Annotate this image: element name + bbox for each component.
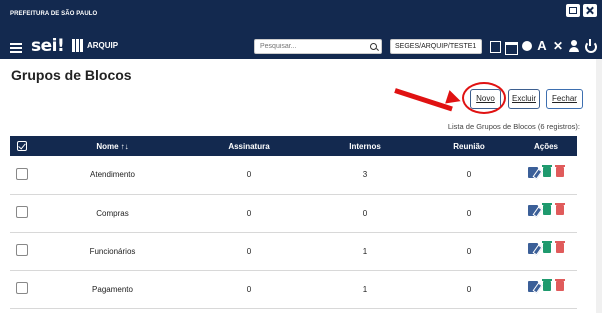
tools-icon[interactable]: ✕ <box>551 38 565 54</box>
cell-internos[interactable]: 1 <box>307 232 423 271</box>
fechar-button[interactable]: Fechar <box>546 89 583 109</box>
column-header-assinatura: Assinatura <box>191 136 307 156</box>
delete-icon[interactable] <box>555 203 565 216</box>
trash-icon[interactable] <box>542 241 552 254</box>
cell-reuniao: 0 <box>423 270 515 309</box>
cell-internos[interactable]: 3 <box>307 156 423 195</box>
window-titlebar: PREFEITURA DE SÃO PAULO <box>0 0 602 22</box>
table-row: Atendimento 0 3 0 <box>10 156 577 195</box>
annotation-arrow <box>394 88 453 112</box>
column-label-nome: Nome <box>96 141 119 151</box>
trash-icon[interactable] <box>542 165 552 178</box>
close-icon[interactable] <box>583 4 597 17</box>
unit-selector[interactable]: SEGES/ARQUIP/TESTE1 <box>390 39 482 54</box>
cell-nome: Pagamento <box>34 270 191 309</box>
row-checkbox[interactable] <box>16 244 28 256</box>
cell-reuniao: 0 <box>423 194 515 233</box>
delete-icon[interactable] <box>555 241 565 254</box>
delete-icon[interactable] <box>555 279 565 292</box>
table-caption: Lista de Grupos de Blocos (6 registros): <box>447 122 580 131</box>
search-input[interactable] <box>260 43 360 50</box>
row-checkbox[interactable] <box>16 167 28 180</box>
minimize-icon[interactable] <box>566 4 580 17</box>
cell-assinatura: 0 <box>191 156 307 195</box>
cell-reuniao: 0 <box>423 232 515 271</box>
cell-acoes <box>515 194 577 233</box>
trash-icon[interactable] <box>542 203 552 216</box>
select-all-cell[interactable] <box>10 136 34 156</box>
cell-assinatura: 0 <box>191 194 307 233</box>
cell-acoes <box>515 232 577 271</box>
menu-icon[interactable] <box>10 43 22 53</box>
excluir-button[interactable]: Excluir <box>508 89 540 109</box>
cell-assinatura: 0 <box>191 270 307 309</box>
novo-label: Novo <box>476 94 495 103</box>
page-scrollbar[interactable] <box>596 59 602 313</box>
org-name: PREFEITURA DE SÃO PAULO <box>10 11 98 17</box>
edit-icon[interactable] <box>528 242 538 254</box>
sort-icon[interactable]: ↑↓ <box>121 142 129 151</box>
edit-icon[interactable] <box>528 280 538 292</box>
font-size-icon[interactable]: A <box>535 38 549 54</box>
table-row: Pagamento 0 1 0 <box>10 270 577 309</box>
fechar-label: Fechar <box>552 94 577 103</box>
product-name: ARQUIP <box>87 41 119 50</box>
table-header-row: Nome ↑↓ Assinatura Internos Reunião Ações <box>10 136 577 156</box>
cell-acoes <box>515 270 577 309</box>
column-header-nome[interactable]: Nome ↑↓ <box>34 136 191 156</box>
cell-nome: Funcionários <box>34 232 191 271</box>
table-row: Compras 0 0 0 <box>10 194 577 233</box>
row-checkbox[interactable] <box>16 282 28 294</box>
excluir-label: Excluir <box>511 94 536 103</box>
cell-assinatura: 0 <box>191 232 307 271</box>
cell-acoes <box>515 156 577 195</box>
cell-nome: Compras <box>34 194 191 233</box>
groups-table: Nome ↑↓ Assinatura Internos Reunião Ações… <box>10 136 577 309</box>
column-header-acoes: Ações <box>515 136 577 156</box>
table-row: Funcionários 0 1 0 <box>10 232 577 271</box>
column-header-internos: Internos <box>307 136 423 156</box>
novo-button[interactable]: Novo <box>470 89 501 109</box>
search-box[interactable] <box>254 39 382 54</box>
sei-logo[interactable]: sei! <box>31 36 65 56</box>
cell-nome: Atendimento <box>34 156 191 195</box>
arquip-logo-icon <box>72 39 84 52</box>
select-all-checkbox-icon[interactable] <box>17 141 27 151</box>
cell-internos: 0 <box>307 194 423 233</box>
edit-icon[interactable] <box>528 204 538 216</box>
search-icon[interactable] <box>370 43 377 50</box>
app-window: PREFEITURA DE SÃO PAULO sei! ARQUIP SEGE… <box>0 0 602 313</box>
delete-icon[interactable] <box>555 165 565 178</box>
column-header-reuniao: Reunião <box>423 136 515 156</box>
trash-icon[interactable] <box>542 279 552 292</box>
cell-reuniao: 0 <box>423 156 515 195</box>
row-checkbox[interactable] <box>16 206 28 218</box>
page-title: Grupos de Blocos <box>11 67 132 83</box>
edit-icon[interactable] <box>528 166 538 178</box>
cell-internos[interactable]: 1 <box>307 270 423 309</box>
